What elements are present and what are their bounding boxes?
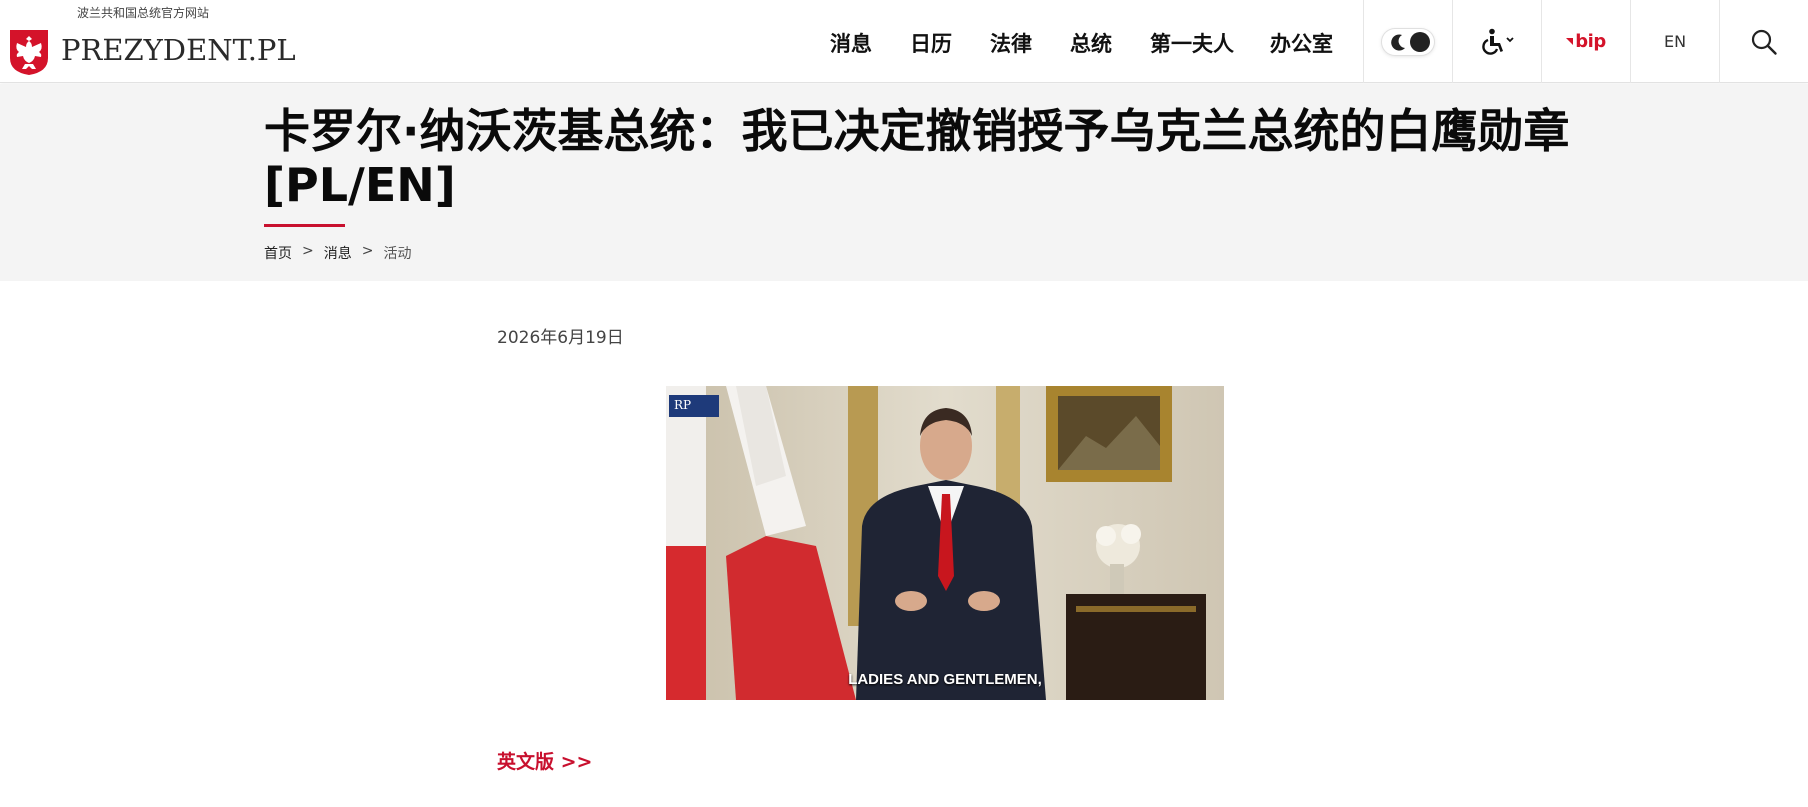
english-version-link[interactable]: 英文版 >> [497,747,592,774]
nav-item-calendar[interactable]: 日历 [910,28,952,58]
article-date: 2026年6月19日 [497,328,624,348]
nav-item-president[interactable]: 总统 [1070,28,1112,58]
site-header: 波兰共和国总统官方网站 PREZYDENT.PL 消息 日历 法律 总统 第一夫… [0,0,1808,83]
nav-item-law[interactable]: 法律 [990,28,1032,58]
video-subtitle: LADIES AND GENTLEMEN, [848,671,1042,688]
breadcrumb: 首页 > 消息 > 活动 [264,243,411,263]
bip-link[interactable]: bip [1541,0,1630,83]
video-channel-badge: RP [669,395,719,417]
bip-flag-icon [1566,38,1574,45]
language-switch[interactable]: EN [1630,0,1719,83]
language-label: EN [1663,32,1687,51]
search-button[interactable] [1719,0,1808,83]
breadcrumb-current: 活动 [383,246,412,262]
title-underline [264,224,345,227]
breadcrumb-home[interactable]: 首页 [264,243,292,263]
breadcrumb-separator: > [361,243,374,259]
video-thumbnail [666,386,1224,700]
page-title: 卡罗尔·纳沃茨基总统：我已决定撤销授予乌克兰总统的白鹰勋章 [PL/EN] [264,104,1570,212]
breadcrumb-separator: > [302,243,314,259]
toggle-switch[interactable] [1382,28,1434,55]
accessibility-menu[interactable] [1452,0,1541,83]
dark-mode-toggle[interactable] [1363,0,1452,83]
nav-item-office[interactable]: 办公室 [1270,28,1333,58]
toggle-knob [1410,31,1430,52]
video-player[interactable]: RP LADIES AND GENTLEMEN, [666,386,1224,700]
nav-item-first-lady[interactable]: 第一夫人 [1150,28,1234,58]
search-icon [1751,29,1777,55]
breadcrumb-news[interactable]: 消息 [324,243,352,263]
nav-item-news[interactable]: 消息 [830,28,872,58]
site-logo-text[interactable]: PREZYDENT.PL [61,33,296,67]
site-tagline: 波兰共和国总统官方网站 [77,6,210,20]
wheelchair-icon [1482,28,1514,55]
polish-eagle-emblem-icon[interactable] [8,28,50,76]
moon-icon [1391,33,1405,50]
bip-label: bip [1575,31,1606,52]
